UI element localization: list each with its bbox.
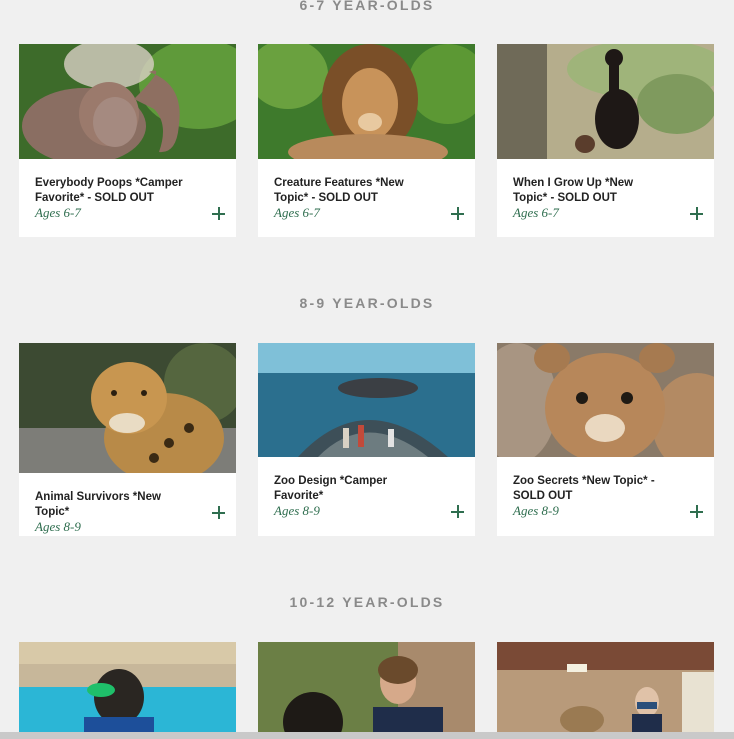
section-heading-6-7: 6-7 YEAR-OLDS [299, 0, 435, 13]
sea-lion-photo [19, 642, 236, 739]
elephant-photo [19, 44, 236, 159]
card-everybody-poops[interactable]: Everybody Poops *Camper Favorite* - SOLD… [19, 44, 236, 237]
card-ages: Ages 6-7 [513, 205, 559, 220]
plus-icon[interactable] [451, 505, 465, 519]
card-zoo-design[interactable]: Zoo Design *Camper Favorite* Ages 8-9 [258, 343, 475, 536]
card-title: When I Grow Up *New Topic* - SOLD OUT [513, 177, 634, 204]
section-heading-8-9: 8-9 YEAR-OLDS [299, 295, 435, 311]
card-creature-features[interactable]: Creature Features *New Topic* - SOLD OUT… [258, 44, 475, 237]
plus-icon[interactable] [690, 505, 704, 519]
card-ages: Ages 8-9 [35, 519, 81, 534]
card-sea-lion[interactable] [19, 642, 236, 739]
card-title: Animal Survivors *New Topic* [35, 491, 161, 518]
plus-icon[interactable] [212, 506, 226, 520]
card-ages: Ages 6-7 [35, 205, 81, 220]
plus-icon[interactable] [690, 207, 704, 221]
plus-icon[interactable] [212, 207, 226, 221]
plus-icon[interactable] [451, 207, 465, 221]
jaguar-photo [19, 343, 236, 473]
card-bear-keeper[interactable] [258, 642, 475, 739]
card-giraffe-keeper[interactable] [497, 642, 714, 739]
card-zoo-secrets[interactable]: Zoo Secrets *New Topic* - SOLD OUT Ages … [497, 343, 714, 536]
horizontal-scrollbar[interactable] [0, 732, 734, 739]
bear-keeper-photo [258, 642, 475, 739]
cougar-cub-photo [497, 343, 714, 457]
card-title: Zoo Secrets *New Topic* - SOLD OUT [513, 475, 655, 502]
aquarium-tunnel-photo [258, 343, 475, 457]
card-ages: Ages 8-9 [513, 503, 559, 518]
bird-photo [497, 44, 714, 159]
card-title: Creature Features *New Topic* - SOLD OUT [274, 177, 404, 204]
card-animal-survivors[interactable]: Animal Survivors *New Topic* Ages 8-9 [19, 343, 236, 536]
card-title: Zoo Design *Camper Favorite* [274, 475, 388, 502]
card-when-i-grow-up[interactable]: When I Grow Up *New Topic* - SOLD OUT Ag… [497, 44, 714, 237]
section-heading-10-12: 10-12 YEAR-OLDS [289, 594, 445, 610]
card-ages: Ages 6-7 [274, 205, 320, 220]
lion-photo [258, 44, 475, 159]
giraffe-keeper-photo [497, 642, 714, 739]
card-ages: Ages 8-9 [274, 503, 320, 518]
card-title: Everybody Poops *Camper Favorite* - SOLD… [35, 177, 183, 204]
